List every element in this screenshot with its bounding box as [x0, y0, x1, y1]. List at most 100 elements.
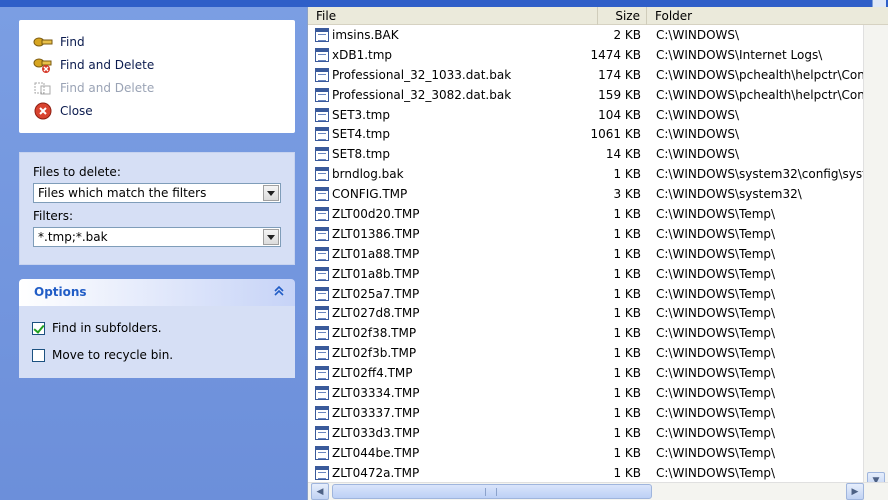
horizontal-scrollbar[interactable]: ◀ ▶ [308, 482, 888, 500]
file-name-cell: SET4.tmp [332, 127, 390, 142]
file-size-cell: 1 KB [613, 465, 641, 480]
table-row[interactable]: ZLT02f38.TMP 1 KB C:\WINDOWS\Temp\ [308, 323, 864, 343]
chevron-down-icon[interactable] [263, 185, 279, 201]
find-and-delete-disabled-label: Find and Delete [60, 81, 155, 95]
table-row[interactable]: ZLT01386.TMP 1 KB C:\WINDOWS\Temp\ [308, 224, 864, 244]
table-row[interactable]: ZLT02f3b.TMP 1 KB C:\WINDOWS\Temp\ [308, 343, 864, 363]
scroll-left-button[interactable]: ◀ [311, 483, 329, 500]
file-size-cell: 1 KB [613, 226, 641, 241]
file-size-cell: 1 KB [613, 366, 641, 381]
file-icon [315, 28, 329, 42]
file-icon [315, 246, 329, 261]
table-row[interactable]: ZLT00d20.TMP 1 KB C:\WINDOWS\Temp\ [308, 204, 864, 224]
file-folder-cell: C:\WINDOWS\Internet Logs\ [656, 47, 823, 62]
table-row[interactable]: SET3.tmp 104 KB C:\WINDOWS\ [308, 105, 864, 125]
find-in-subfolders-option[interactable]: Find in subfolders. [32, 320, 162, 336]
file-name-cell: ZLT02f3b.TMP [332, 346, 417, 361]
title-bar [0, 0, 888, 7]
files-to-delete-select[interactable]: Files which match the filters [33, 183, 281, 203]
list-rows: imsins.BAK 2 KB C:\WINDOWS\ xDB1.tmp 1474 KB… [308, 25, 864, 489]
options-title: Options [34, 285, 87, 299]
table-row[interactable]: SET8.tmp 14 KB C:\WINDOWS\ [308, 144, 864, 164]
title-bar-button[interactable] [872, 0, 886, 7]
collapse-chevron-icon[interactable] [271, 283, 287, 299]
file-name-cell: Professional_32_3082.dat.bak [332, 87, 512, 102]
file-name-cell: SET3.tmp [332, 107, 390, 122]
table-row[interactable]: SET4.tmp 1061 KB C:\WINDOWS\ [308, 124, 864, 144]
file-size-cell: 1 KB [613, 306, 641, 321]
options-body: Find in subfolders. Move to recycle bin. [19, 306, 295, 378]
table-row[interactable]: ZLT01a88.TMP 1 KB C:\WINDOWS\Temp\ [308, 244, 864, 264]
file-name-cell: CONFIG.TMP [332, 187, 408, 202]
file-folder-cell: C:\WINDOWS\Temp\ [656, 405, 776, 420]
file-folder-cell: C:\WINDOWS\ [656, 107, 740, 122]
table-row[interactable]: Professional_32_1033.dat.bak 174 KB C:\WIN… [308, 65, 864, 85]
file-icon [315, 286, 329, 301]
file-icon [315, 425, 329, 440]
file-icon [315, 87, 329, 102]
column-header-file[interactable]: File [308, 7, 598, 25]
column-header-folder[interactable]: Folder [647, 7, 864, 25]
column-header-size[interactable]: Size [598, 7, 647, 25]
actions-panel: Find Find and Delete Find and Delete Clo… [19, 20, 295, 133]
move-to-recycle-checkbox[interactable] [32, 348, 45, 362]
file-name-cell: imsins.BAK [332, 28, 399, 42]
vertical-scrollbar[interactable]: ▼ [863, 25, 888, 489]
table-row[interactable]: imsins.BAK 2 KB C:\WINDOWS\ [308, 25, 864, 45]
file-folder-cell: C:\WINDOWS\Temp\ [656, 306, 776, 321]
find-in-subfolders-checkbox[interactable] [32, 321, 45, 335]
chevron-down-icon[interactable] [263, 229, 279, 245]
file-size-cell: 1 KB [613, 445, 641, 460]
table-row[interactable]: ZLT0472a.TMP 1 KB C:\WINDOWS\Temp\ [308, 463, 864, 483]
move-to-recycle-label: Move to recycle bin. [52, 348, 174, 362]
file-size-cell: 14 KB [605, 147, 641, 162]
table-row[interactable]: ZLT03334.TMP 1 KB C:\WINDOWS\Temp\ [308, 383, 864, 403]
file-icon [315, 465, 329, 480]
options-header[interactable]: Options [19, 279, 295, 306]
table-row[interactable]: CONFIG.TMP 3 KB C:\WINDOWS\system32\ [308, 184, 864, 204]
file-list-view[interactable]: File Size Folder imsins.BAK 2 KB C:\WINDOW… [307, 7, 888, 500]
filters-panel: Files to delete: Files which match the f… [19, 152, 295, 265]
find-and-delete-disabled-action[interactable]: Find and Delete [33, 78, 154, 98]
file-folder-cell: C:\WINDOWS\Temp\ [656, 366, 776, 381]
file-name-cell: ZLT00d20.TMP [332, 207, 420, 222]
table-row[interactable]: ZLT033d3.TMP 1 KB C:\WINDOWS\Temp\ [308, 423, 864, 443]
file-name-cell: Professional_32_1033.dat.bak [332, 67, 512, 82]
file-size-cell: 1 KB [613, 167, 641, 182]
table-row[interactable]: brndlog.bak 1 KB C:\WINDOWS\system32\confi… [308, 164, 864, 184]
files-to-delete-value: Files which match the filters [38, 186, 207, 200]
file-folder-cell: C:\WINDOWS\Temp\ [656, 226, 776, 241]
file-name-cell: ZLT02f38.TMP [332, 326, 417, 341]
file-icon [315, 127, 329, 142]
file-size-cell: 1 KB [613, 425, 641, 440]
file-size-cell: 1061 KB [590, 127, 641, 142]
table-row[interactable]: xDB1.tmp 1474 KB C:\WINDOWS\Internet Logs\ [308, 45, 864, 65]
find-action[interactable]: Find [33, 32, 85, 52]
close-action[interactable]: Close [33, 101, 93, 121]
list-header: File Size Folder [308, 7, 888, 25]
find-and-delete-action[interactable]: Find and Delete [33, 55, 154, 75]
table-row[interactable]: ZLT02ff4.TMP 1 KB C:\WINDOWS\Temp\ [308, 363, 864, 383]
file-folder-cell: C:\WINDOWS\Temp\ [656, 386, 776, 401]
file-icon [315, 207, 329, 222]
file-folder-cell: C:\WINDOWS\pchealth\helpctr\Confi [656, 67, 864, 82]
table-row[interactable]: Professional_32_3082.dat.bak 159 KB C:\WIN… [308, 85, 864, 105]
table-row[interactable]: ZLT01a8b.TMP 1 KB C:\WINDOWS\Temp\ [308, 264, 864, 284]
find-delete-icon [33, 57, 53, 73]
file-name-cell: ZLT02ff4.TMP [332, 366, 413, 381]
file-icon [315, 445, 329, 460]
scroll-right-button[interactable]: ▶ [846, 483, 864, 500]
file-folder-cell: C:\WINDOWS\ [656, 127, 740, 142]
file-name-cell: xDB1.tmp [332, 47, 393, 62]
move-to-recycle-option[interactable]: Move to recycle bin. [32, 347, 173, 363]
file-name-cell: ZLT0472a.TMP [332, 465, 420, 480]
file-folder-cell: C:\WINDOWS\Temp\ [656, 465, 776, 480]
table-row[interactable]: ZLT044be.TMP 1 KB C:\WINDOWS\Temp\ [308, 443, 864, 463]
file-icon [315, 266, 329, 281]
filters-select[interactable]: *.tmp;*.bak [33, 227, 281, 247]
table-row[interactable]: ZLT027d8.TMP 1 KB C:\WINDOWS\Temp\ [308, 303, 864, 323]
find-icon [33, 34, 53, 50]
table-row[interactable]: ZLT025a7.TMP 1 KB C:\WINDOWS\Temp\ [308, 284, 864, 304]
table-row[interactable]: ZLT03337.TMP 1 KB C:\WINDOWS\Temp\ [308, 403, 864, 423]
horizontal-scroll-thumb[interactable] [332, 484, 652, 499]
